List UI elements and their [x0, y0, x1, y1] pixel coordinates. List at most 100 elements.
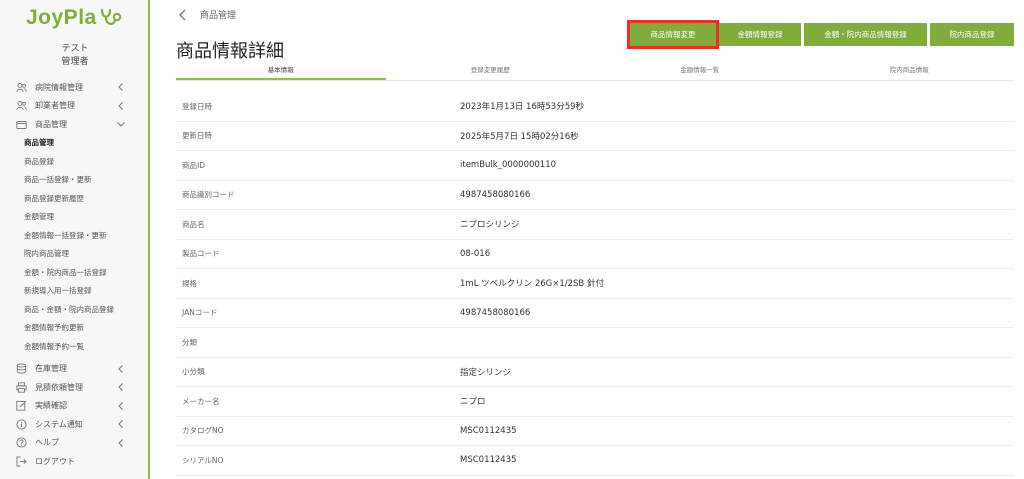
sidebar-subitem-all-register[interactable]: 商品・金額・院内商品登録	[0, 300, 150, 319]
sidebar-subitem-new-bulk[interactable]: 新規導入用一括登録	[0, 282, 150, 301]
price-register-button[interactable]: 金額情報登録	[719, 23, 801, 46]
sidebar-subitem-product-bulk[interactable]: 商品一括登録・更新	[0, 171, 150, 190]
row-label: 規格	[182, 278, 197, 288]
table-row: 分類	[176, 328, 1014, 358]
chevron-left-icon	[118, 401, 123, 410]
row-value: ニプロシリンジ	[460, 220, 520, 231]
table-row: 小分類 指定シリンジ	[176, 358, 1014, 387]
row-label: 登録日時	[182, 101, 212, 111]
tab-change-history[interactable]: 登録変更履歴	[386, 63, 596, 80]
sidebar-item-label: 在庫管理	[35, 364, 67, 374]
row-value: MSC0112435	[460, 425, 517, 436]
sidebar-item-label: 見積依頼管理	[35, 382, 83, 392]
table-row: 更新日時 2025年5月7日 15時02分16秒	[176, 122, 1014, 151]
sidebar-item-label: システム通知	[35, 419, 83, 429]
sidebar-subitem-price-reserve-list[interactable]: 金額情報予約一覧	[0, 337, 150, 356]
info-icon	[16, 419, 27, 430]
users-icon	[16, 100, 27, 111]
row-value: 4987458080166	[460, 307, 531, 318]
table-row: 製品コード 08-016	[176, 240, 1014, 269]
action-buttons: 商品情報変更 金額情報登録 金額・院内商品情報登録 院内商品登録	[627, 20, 1014, 49]
row-value: MSC0112435	[460, 455, 517, 466]
sidebar-subitem-product-register[interactable]: 商品登録	[0, 152, 150, 171]
logout-icon	[16, 456, 27, 467]
sidebar-item-logout[interactable]: ログアウト	[0, 452, 150, 471]
sidebar-nav: 病院情報管理 卸業者管理 商品管理 商品管理 商品登録 商品一括登録・更新 商品…	[0, 78, 150, 471]
table-row: 商品名 ニプロシリンジ	[176, 210, 1014, 240]
sidebar-item-notification[interactable]: システム通知	[0, 415, 150, 434]
tab-inhouse-info[interactable]: 院内商品情報	[805, 63, 1015, 80]
row-label: シリアルNO	[182, 455, 224, 465]
inhouse-register-button[interactable]: 院内商品登録	[930, 23, 1014, 46]
row-label: 分類	[182, 337, 197, 347]
database-icon	[16, 363, 27, 374]
chevron-down-icon	[117, 122, 125, 127]
row-value: 指定シリンジ	[460, 367, 512, 378]
row-value: 08-016	[460, 248, 491, 259]
edit-product-button[interactable]: 商品情報変更	[627, 20, 719, 49]
sidebar-item-label: 病院情報管理	[35, 82, 83, 92]
table-row: 登録日時 2023年1月13日 16時53分59秒	[176, 92, 1014, 122]
sidebar-item-help[interactable]: ヘルプ	[0, 434, 150, 453]
sidebar-item-stock[interactable]: 在庫管理	[0, 360, 150, 379]
user-name: テスト	[61, 44, 89, 54]
printer-icon	[16, 382, 27, 393]
row-value: ニプロ	[460, 397, 486, 408]
table-row: メーカー名 ニプロ	[176, 387, 1014, 417]
chevron-left-icon	[118, 438, 123, 447]
row-label: メーカー名	[182, 396, 220, 406]
sidebar-subitem-product-history[interactable]: 商品登録更新履歴	[0, 189, 150, 208]
sidebar-item-results[interactable]: 実績確認	[0, 397, 150, 416]
chevron-left-icon	[118, 383, 123, 391]
user-role: 管理者	[61, 57, 89, 67]
tab-basic-info[interactable]: 基本情報	[176, 63, 386, 80]
sidebar-item-label: ヘルプ	[35, 438, 59, 448]
chevron-left-icon	[118, 420, 123, 428]
sidebar-subitem-inhouse-management[interactable]: 院内商品管理	[0, 245, 150, 264]
table-row: 規格 1mL ツベルクリン 26G×1/2SB 針付	[176, 269, 1014, 299]
chevron-left-icon	[118, 83, 123, 91]
row-label: カタログNO	[182, 426, 224, 436]
row-value: 2025年5月7日 15時02分16秒	[460, 131, 579, 142]
sidebar-item-label: 卸業者管理	[35, 101, 75, 111]
breadcrumb[interactable]: 商品管理	[178, 8, 236, 21]
row-value: 4987458080166	[460, 189, 531, 200]
price-inhouse-register-button[interactable]: 金額・院内商品情報登録	[804, 23, 927, 46]
chevron-left-icon	[118, 101, 123, 110]
help-icon	[16, 437, 27, 448]
users-icon	[16, 82, 27, 93]
sidebar-subitem-product-management[interactable]: 商品管理	[0, 134, 150, 153]
detail-table: 登録日時 2023年1月13日 16時53分59秒 更新日時 2025年5月7日 1…	[176, 92, 1014, 476]
sidebar-item-label: 実績確認	[35, 401, 67, 411]
sidebar-item-product[interactable]: 商品管理	[0, 115, 150, 134]
row-value: 1mL ツベルクリン 26G×1/2SB 針付	[460, 279, 604, 290]
chevron-left-icon[interactable]	[178, 9, 188, 21]
row-value: 2023年1月13日 16時53分59秒	[460, 102, 585, 113]
table-row: 商品識別コード 4987458080166	[176, 181, 1014, 210]
row-label: 更新日時	[182, 131, 212, 141]
row-label: 商品識別コード	[182, 190, 235, 200]
page-title: 商品情報詳細	[176, 41, 284, 62]
row-label: 製品コード	[182, 249, 220, 259]
tab-bar: 基本情報 登録変更履歴 金額情報一覧 院内商品情報	[176, 63, 1014, 81]
sidebar-item-label: ログアウト	[35, 456, 75, 466]
stethoscope-icon	[100, 8, 121, 25]
table-row: JANコード 4987458080166	[176, 299, 1014, 328]
edit-icon	[16, 400, 27, 411]
sidebar-subitem-price-bulk[interactable]: 金額情報一括登録・更新	[0, 226, 150, 245]
sidebar-subitem-price-management[interactable]: 金額管理	[0, 208, 150, 227]
sidebar-item-estimate[interactable]: 見積依頼管理	[0, 378, 150, 397]
row-label: 商品ID	[182, 160, 205, 170]
row-label: 小分類	[182, 367, 205, 377]
sidebar-item-hospital[interactable]: 病院情報管理	[0, 78, 150, 97]
sidebar-subitem-price-reserve-update[interactable]: 金額情報予約更新	[0, 319, 150, 338]
chevron-left-icon	[118, 364, 123, 373]
row-value: itemBulk_0000000110	[460, 160, 557, 171]
sidebar-item-label: 商品管理	[35, 119, 67, 129]
sidebar-subitem-price-inhouse-bulk[interactable]: 金額・院内商品一括登録	[0, 263, 150, 282]
table-row: 商品ID itemBulk_0000000110	[176, 151, 1014, 181]
tab-price-list[interactable]: 金額情報一覧	[595, 63, 805, 80]
breadcrumb-label[interactable]: 商品管理	[200, 8, 236, 21]
app-logo[interactable]: JoyPla	[26, 6, 123, 30]
sidebar-item-wholesaler[interactable]: 卸業者管理	[0, 97, 150, 116]
